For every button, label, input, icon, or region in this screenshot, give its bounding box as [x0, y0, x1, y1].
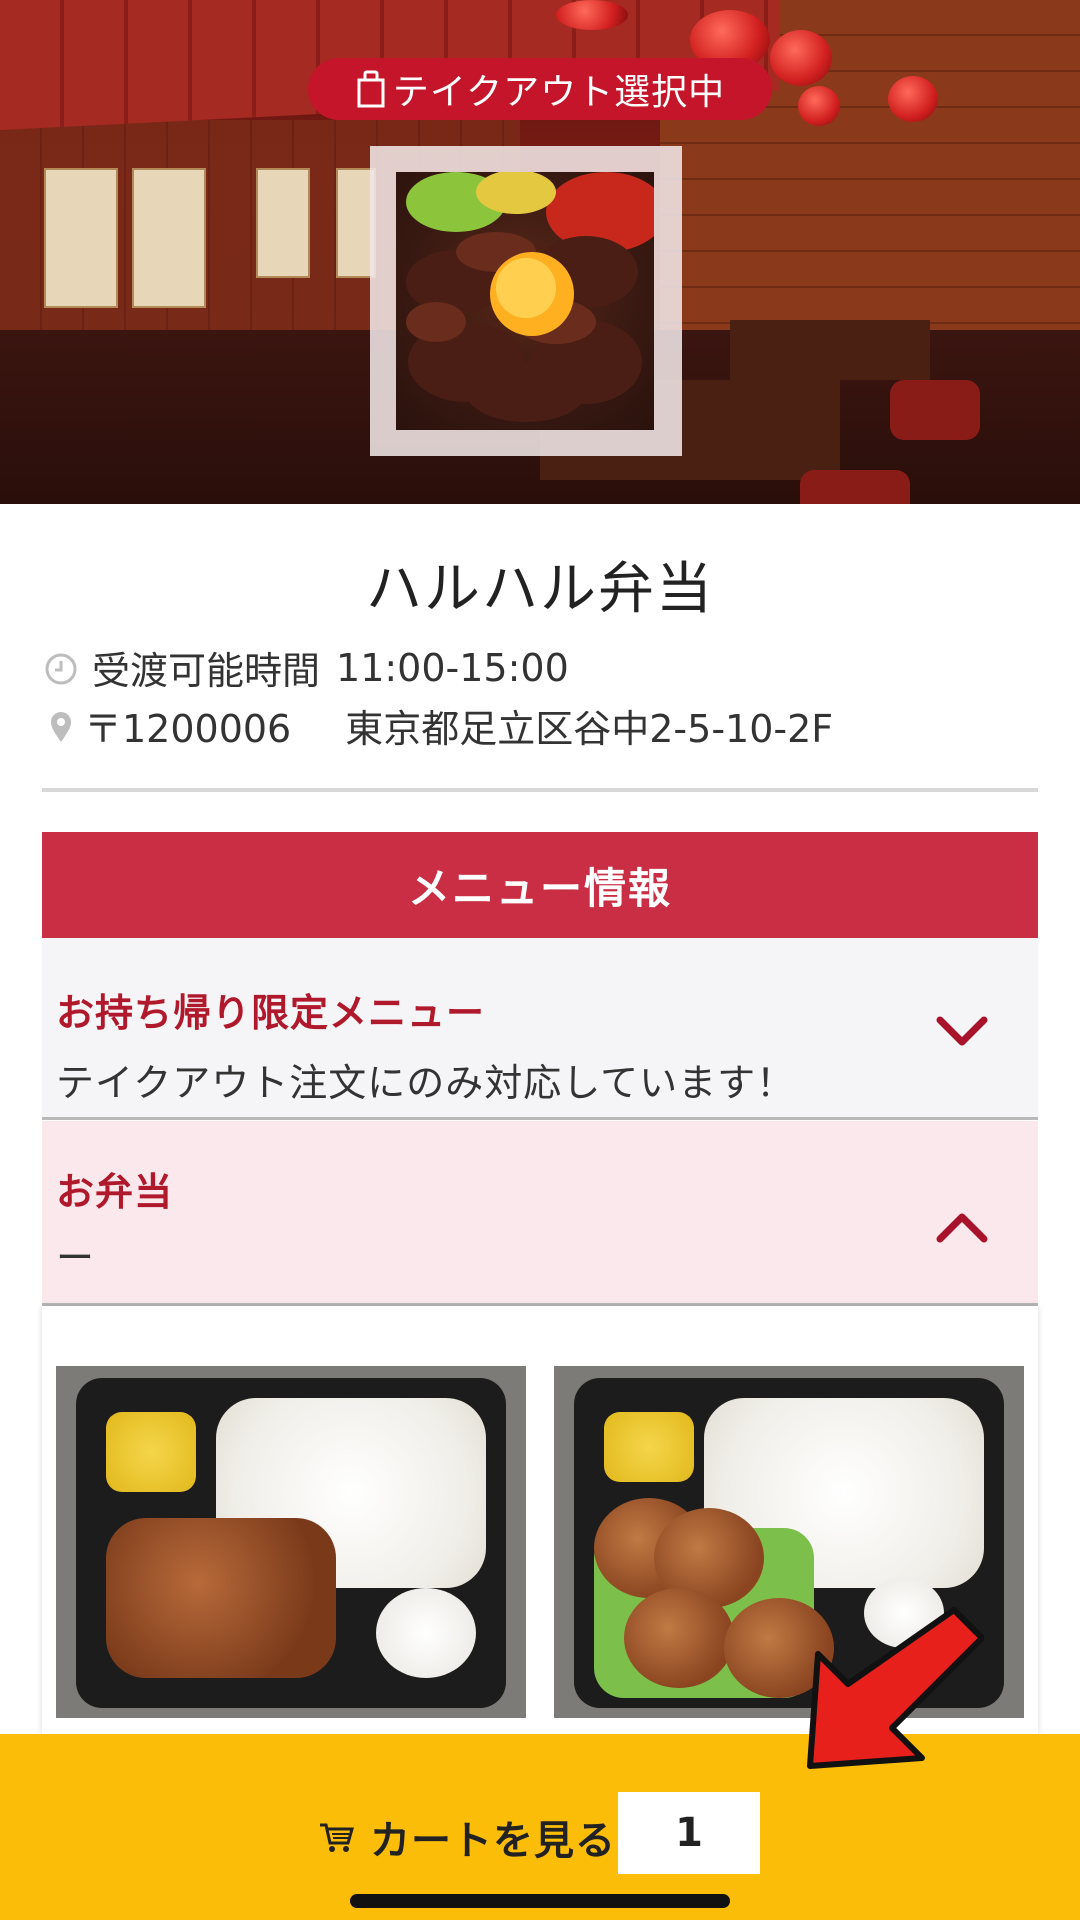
chevron-down-icon[interactable] [936, 1016, 988, 1048]
cart-count-badge: 1 [618, 1792, 760, 1874]
category-title: お弁当 [56, 1170, 174, 1214]
location-pin-icon [44, 709, 78, 743]
menu-section-header: メニュー情報 [42, 832, 1038, 938]
category-description: ー [56, 1236, 96, 1280]
wall-menu-tag [256, 168, 310, 278]
pickup-hours-label: 受渡可能時間 [92, 649, 321, 693]
home-indicator [350, 1894, 730, 1908]
chair [890, 380, 980, 440]
wall-menu-tag [44, 168, 118, 308]
clock-icon [44, 651, 78, 685]
lantern [888, 76, 938, 122]
takeout-status-badge: テイクアウト選択中 [308, 58, 772, 120]
category-description: テイクアウト注文にのみ対応しています！ [56, 1061, 796, 1105]
chair [800, 470, 910, 504]
lantern [770, 30, 832, 86]
cart-icon [320, 1823, 354, 1852]
chevron-up-icon[interactable] [936, 1211, 988, 1243]
view-cart-button[interactable]: カートを見る [318, 1808, 616, 1866]
table [730, 320, 930, 380]
category-bento[interactable]: お弁当 ー [42, 1121, 1038, 1306]
lantern [798, 86, 840, 126]
postal-code: 〒1200006 [84, 707, 292, 751]
view-cart-label: カートを見る [370, 1818, 616, 1864]
category-takeout-limited[interactable]: お持ち帰り限定メニュー テイクアウト注文にのみ対応しています！ [42, 938, 1038, 1120]
address-text: 東京都足立区谷中2-5-10-2F [345, 707, 834, 751]
store-name: ハルハル弁当 [366, 557, 714, 622]
shopping-bag-icon [355, 70, 387, 108]
menu-item-card[interactable] [56, 1366, 526, 1718]
takeout-status-label: テイクアウト選択中 [392, 72, 726, 113]
store-thumbnail-image [396, 172, 654, 430]
wall-menu-tag [132, 168, 206, 308]
category-title: お持ち帰り限定メニュー [56, 991, 486, 1035]
pickup-hours-value: 11:00-15:00 [336, 645, 569, 690]
lantern [556, 0, 628, 30]
bento-image [76, 1378, 506, 1708]
annotation-arrow-icon [807, 1607, 984, 1769]
divider [42, 788, 1038, 792]
hero-image: テイクアウト選択中 [0, 0, 1080, 504]
address-row: 〒1200006 東京都足立区谷中2-5-10-2F [44, 698, 833, 753]
pickup-hours-row: 受渡可能時間 11:00-15:00 [44, 640, 569, 695]
store-thumbnail-frame [370, 146, 682, 456]
